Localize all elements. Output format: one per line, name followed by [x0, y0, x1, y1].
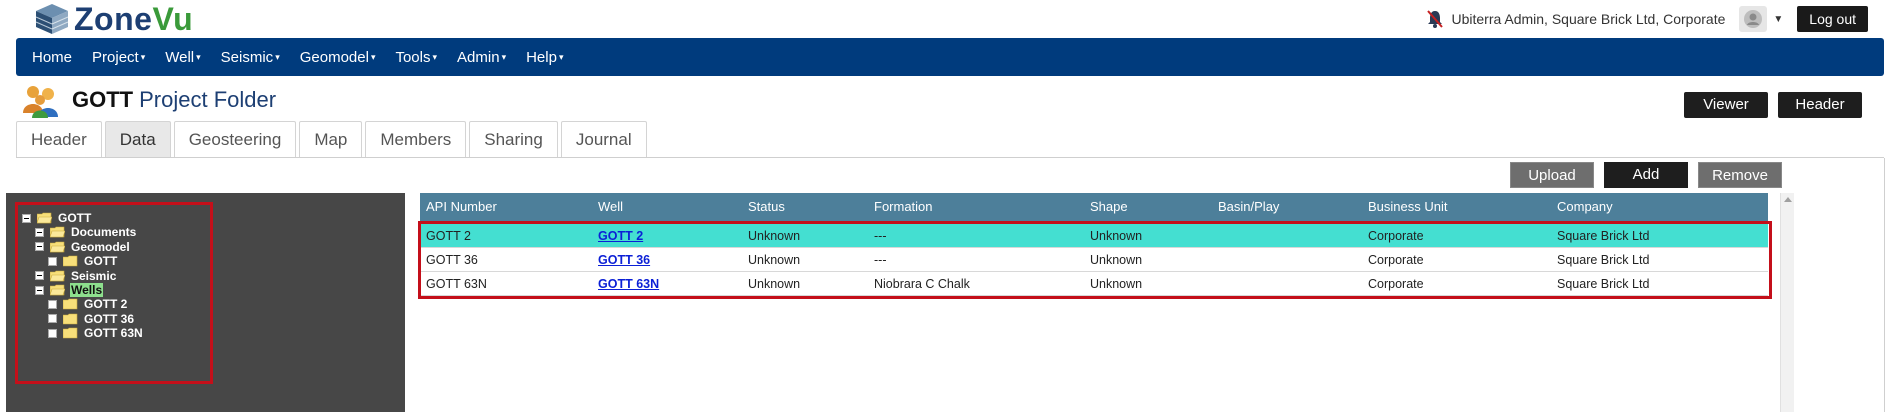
tab-divider [16, 157, 1884, 158]
nav-item-project[interactable]: Project ▾ [92, 49, 145, 66]
remove-button[interactable]: Remove [1698, 162, 1782, 188]
add-button[interactable]: Add [1604, 162, 1688, 188]
grid-header-row: API Number Well Status Formation Shape Basin/… [420, 193, 1768, 221]
folder-open-icon [50, 227, 65, 238]
tab-map[interactable]: Map [299, 121, 363, 157]
viewer-button[interactable]: Viewer [1684, 92, 1768, 118]
tab-geosteering[interactable]: Geosteering [173, 121, 297, 157]
page-title: GOTT Project Folder [72, 87, 276, 113]
chevron-down-icon: ▾ [275, 52, 280, 63]
tree-node-label[interactable]: GOTT [83, 254, 118, 268]
collapse-toggle-icon[interactable] [22, 213, 31, 223]
nav-item-seismic[interactable]: Seismic ▾ [221, 49, 280, 66]
column-header[interactable]: API Number [426, 193, 497, 221]
chevron-down-icon: ▾ [370, 52, 376, 63]
avatar[interactable] [1739, 6, 1768, 32]
tree-node-label[interactable]: Wells [70, 283, 104, 297]
leaf-node-icon[interactable] [48, 314, 57, 324]
folder-open-icon [37, 212, 52, 224]
logo-text-zone: Zone [74, 0, 153, 37]
leaf-node-icon[interactable] [48, 328, 57, 338]
main-navbar: Home Project ▾ Well ▾ Seismic ▾ Geomodel ▾ Tools ▾… [16, 38, 1884, 76]
column-header[interactable]: Status [748, 193, 785, 221]
tab-header[interactable]: Header [16, 121, 102, 157]
nav-item-tools[interactable]: Tools ▾ [395, 49, 437, 66]
tab-members[interactable]: Members [365, 121, 467, 157]
tab-journal[interactable]: Journal [560, 121, 647, 157]
nav-item-help[interactable]: Help ▾ [526, 49, 563, 66]
user-menu-chevron-down-icon[interactable]: ▼ [1773, 14, 1783, 25]
column-header[interactable]: Company [1557, 193, 1613, 221]
tree-node-label[interactable]: GOTT 63N [83, 326, 144, 340]
collapse-toggle-icon[interactable] [35, 271, 44, 281]
tree-node-label[interactable]: Documents [70, 225, 137, 239]
collapse-toggle-icon[interactable] [35, 227, 44, 237]
column-header[interactable]: Basin/Play [1218, 193, 1279, 221]
nav-item-label: Admin [457, 48, 500, 66]
folder-open-icon [50, 284, 65, 296]
collapse-toggle-icon[interactable] [35, 285, 44, 295]
logo-cube-icon [35, 4, 69, 34]
folder-icon [63, 255, 78, 267]
nav-item-label: Help [526, 48, 557, 66]
nav-item-label: Geomodel [299, 48, 369, 66]
nav-item-label: Well [165, 48, 195, 66]
chevron-down-icon: ▾ [501, 52, 507, 63]
app-logo[interactable]: ZoneVu [34, 1, 193, 38]
nav-item-admin[interactable]: Admin ▾ [457, 49, 506, 66]
annotation-highlight-box [418, 221, 1772, 299]
leaf-node-icon[interactable] [48, 299, 57, 309]
nav-item-geomodel[interactable]: Geomodel ▾ [300, 49, 376, 66]
folder-open-icon [50, 270, 65, 281]
tree-node[interactable]: GOTT 63N [48, 325, 144, 341]
project-name: GOTT [72, 87, 134, 112]
tab-data[interactable]: Data [104, 121, 171, 157]
chevron-down-icon: ▾ [558, 52, 564, 63]
nav-item-label: Project [92, 48, 139, 66]
folder-tree-panel: GOTT Documents Geomodel GOTT Seismic Wells GOT… [6, 193, 405, 412]
chevron-down-icon: ▾ [196, 52, 201, 63]
chevron-down-icon: ▾ [432, 52, 438, 63]
folder-icon [63, 299, 78, 310]
nav-item-home[interactable]: Home [32, 49, 72, 66]
leaf-node-icon[interactable] [48, 256, 57, 266]
tab-bar: Header Data Geosteering Map Members Sharing Jo… [16, 121, 650, 157]
tab-sharing[interactable]: Sharing [469, 121, 558, 157]
logo-text-vu: Vu [152, 0, 194, 37]
logout-button[interactable]: Log out [1797, 6, 1868, 32]
collapse-toggle-icon[interactable] [35, 242, 44, 252]
wells-grid: API Number Well Status Formation Shape Basin/… [418, 193, 1798, 412]
logo-text: ZoneVu [74, 1, 193, 38]
nav-item-well[interactable]: Well ▾ [165, 49, 200, 66]
column-header[interactable]: Formation [874, 193, 933, 221]
folder-open-icon [50, 241, 65, 253]
nav-item-label: Home [32, 48, 73, 66]
column-header[interactable]: Business Unit [1368, 193, 1447, 221]
user-label[interactable]: Ubiterra Admin, Square Brick Ltd, Corpor… [1451, 11, 1725, 27]
user-area: Ubiterra Admin, Square Brick Ltd, Corpor… [1425, 6, 1868, 32]
project-team-icon [23, 86, 58, 118]
notification-bell-icon[interactable] [1425, 9, 1445, 29]
tree-node-label[interactable]: Seismic [70, 269, 117, 283]
grid-scrollbar[interactable] [1780, 193, 1794, 412]
nav-item-label: Seismic [220, 48, 274, 66]
chevron-down-icon: ▾ [140, 52, 146, 63]
column-header[interactable]: Well [598, 193, 623, 221]
column-header[interactable]: Shape [1090, 193, 1128, 221]
page-subtitle: Project Folder [139, 87, 277, 112]
tree-node-label[interactable]: GOTT [57, 211, 92, 225]
folder-icon [63, 327, 78, 339]
tree-node-label[interactable]: GOTT 36 [83, 312, 135, 326]
nav-item-label: Tools [395, 48, 431, 66]
content-border [1884, 158, 1885, 412]
tree-node-label[interactable]: GOTT 2 [83, 297, 128, 311]
scroll-up-icon[interactable] [1784, 197, 1792, 202]
header-button[interactable]: Header [1778, 92, 1862, 118]
tree-node-label[interactable]: Geomodel [70, 240, 131, 254]
upload-button[interactable]: Upload [1510, 162, 1594, 188]
user-avatar-icon [1744, 10, 1763, 28]
folder-icon [63, 313, 78, 325]
